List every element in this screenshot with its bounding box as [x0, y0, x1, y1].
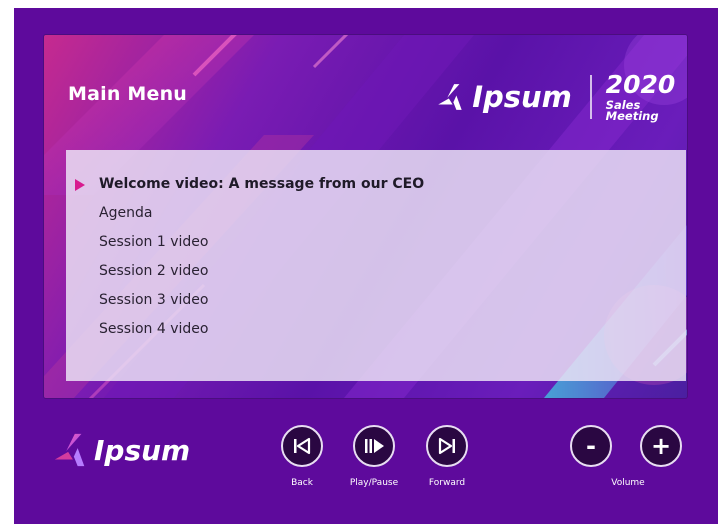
ipsum-logo-icon: [438, 84, 462, 110]
back-icon: [294, 437, 311, 455]
play-pause-label: Play/Pause: [349, 478, 399, 488]
back-button[interactable]: [281, 425, 323, 467]
menu-item-label: Agenda: [99, 205, 153, 221]
back-label: Back: [291, 478, 313, 488]
forward-label: Forward: [428, 478, 466, 488]
play-pause-icon: [365, 439, 384, 453]
brand-divider: [589, 75, 592, 119]
volume-up-button[interactable]: +: [640, 425, 682, 467]
menu-item-label: Session 1 video: [99, 234, 209, 250]
footer-brand-name: Ipsum: [94, 433, 191, 467]
menu-arrow-icon: [75, 179, 85, 191]
menu-item-welcome-video[interactable]: Welcome video: A message from our CEO: [66, 170, 686, 199]
menu-list: Welcome video: A message from our CEO Ag…: [66, 170, 686, 344]
player-frame: Main Menu Ipsum 2020 Sales Meeting Welco…: [14, 8, 718, 524]
page-title: Main Menu: [68, 83, 188, 105]
menu-panel: Welcome video: A message from our CEO Ag…: [66, 150, 686, 381]
main-menu-screen: Main Menu Ipsum 2020 Sales Meeting Welco…: [44, 35, 687, 398]
footer-brand: Ipsum: [52, 431, 190, 469]
header-brand: Ipsum 2020 Sales Meeting: [436, 72, 687, 122]
play-pause-button[interactable]: [353, 425, 395, 467]
volume-label: Volume: [611, 478, 645, 488]
volume-up-icon: +: [650, 432, 672, 460]
menu-item-label: Session 3 video: [99, 292, 209, 308]
menu-item-session-2[interactable]: Session 2 video: [66, 257, 686, 286]
menu-item-label: Session 2 video: [99, 263, 209, 279]
ipsum-logo-icon: [54, 433, 85, 467]
forward-button[interactable]: [426, 425, 468, 467]
menu-item-agenda[interactable]: Agenda: [66, 199, 686, 228]
event-year: 2020: [605, 69, 676, 99]
volume-down-button[interactable]: -: [570, 425, 612, 467]
menu-item-session-3[interactable]: Session 3 video: [66, 286, 686, 315]
menu-item-session-1[interactable]: Session 1 video: [66, 228, 686, 257]
forward-icon: [438, 437, 455, 455]
menu-item-label: Welcome video: A message from our CEO: [99, 176, 425, 192]
menu-item-session-4[interactable]: Session 4 video: [66, 315, 686, 344]
event-badge: 2020 Sales Meeting: [606, 72, 687, 123]
volume-down-icon: -: [586, 432, 596, 460]
brand-name: Ipsum: [472, 80, 572, 114]
event-subtitle: Sales Meeting: [605, 97, 659, 123]
menu-item-label: Session 4 video: [99, 321, 209, 337]
